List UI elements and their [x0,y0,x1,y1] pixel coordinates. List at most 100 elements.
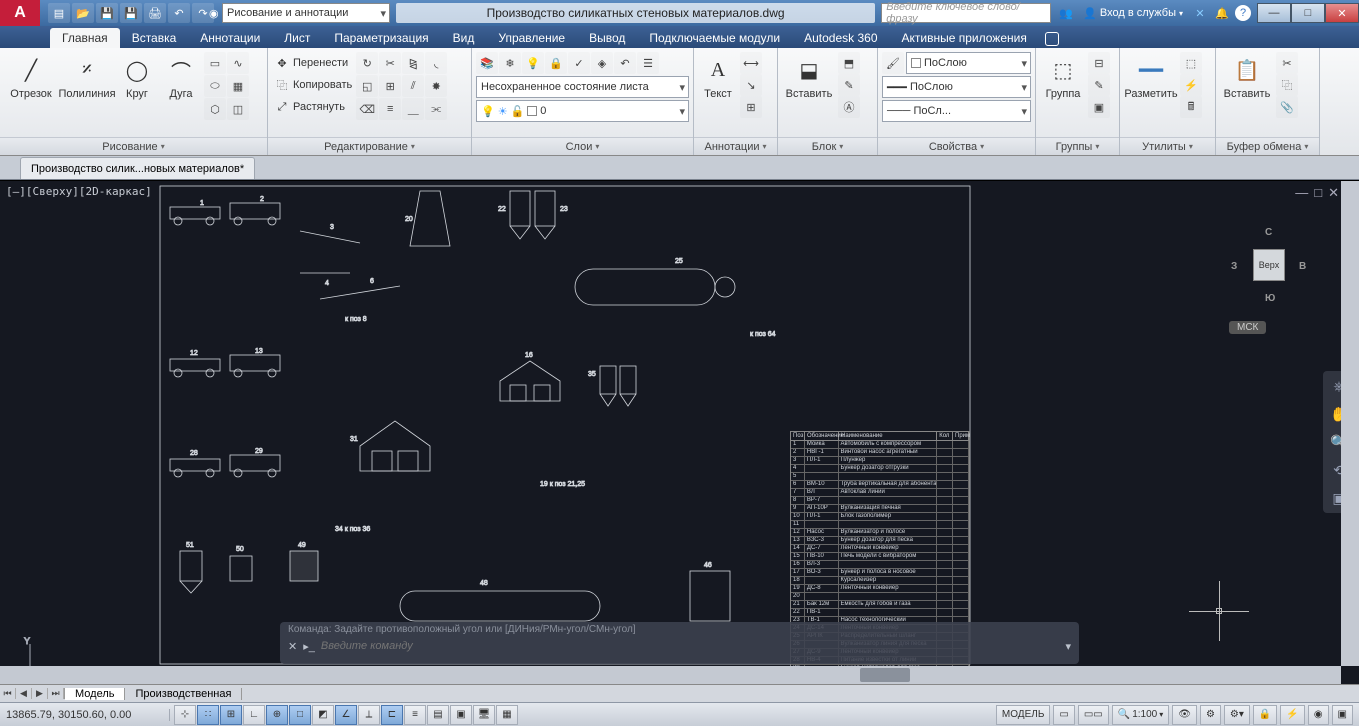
close-button[interactable]: ✕ [1325,3,1359,23]
maximize-button[interactable]: □ [1291,3,1325,23]
command-input[interactable] [321,640,1060,652]
vp-minimize-icon[interactable]: — [1295,185,1308,201]
annovisibility-icon[interactable]: 👁 [1172,705,1197,725]
tab-manage[interactable]: Управление [486,28,577,48]
tab-express[interactable]: Активные приложения [890,28,1039,48]
3dosnap-toggle[interactable]: ◩ [312,705,334,725]
break-icon[interactable]: ⸏ [402,98,424,120]
signin-button[interactable]: 👤Вход в службы▾ [1079,7,1187,20]
panel-groups-title[interactable]: Группы [1036,137,1119,155]
layout-next-icon[interactable]: ▶ [32,688,48,699]
command-recent-icon[interactable]: ▾ [1065,640,1071,653]
tab-autodesk360[interactable]: Autodesk 360 [792,28,889,48]
join-icon[interactable]: ⫘ [425,98,447,120]
ellipse-icon[interactable]: ⬭ [204,75,226,97]
edit-block-icon[interactable]: ✎ [838,74,860,96]
viewcube[interactable]: С З В Ю Верх МСК [1229,221,1309,331]
block-attr-icon[interactable]: Ⓐ [838,96,860,118]
tab-plugins[interactable]: Подключаемые модули [637,28,792,48]
panel-layers-title[interactable]: Слои [472,137,693,155]
vertical-scrollbar[interactable] [1341,181,1359,666]
app-logo-icon[interactable] [0,0,40,26]
tab-focus-icon[interactable] [1045,32,1059,46]
lwt-toggle[interactable]: ≡ [404,705,426,725]
otrack-toggle[interactable]: ∠ [335,705,357,725]
layer-off-icon[interactable]: 💡 [522,52,544,74]
layout-first-icon[interactable]: ⏮ [0,688,16,699]
tab-view[interactable]: Вид [441,28,487,48]
command-close-icon[interactable]: ✕ [288,640,297,653]
fillet-icon[interactable]: ◟ [425,52,447,74]
horizontal-scrollbar[interactable] [0,666,1341,684]
new-icon[interactable]: ▤ [48,3,70,23]
toolbar-lock-icon[interactable]: 🔒 [1253,705,1277,725]
cut-icon[interactable]: ✂ [1276,52,1298,74]
workspace-combo[interactable]: Рисование и аннотации [222,3,390,23]
layout-prev-icon[interactable]: ◀ [16,688,32,699]
panel-props-title[interactable]: Свойства [878,137,1035,155]
command-line[interactable]: Команда: Задайте противоположный угол ил… [280,622,1079,664]
dyn-toggle[interactable]: ⊏ [381,705,403,725]
infer-constraints-toggle[interactable]: ⊹ [174,705,196,725]
rectangle-icon[interactable]: ▭ [204,52,226,74]
line-button[interactable]: ╱Отрезок [4,52,58,102]
dim-linear-icon[interactable]: ⟷ [740,52,762,74]
save-icon[interactable]: 💾 [96,3,118,23]
scale-icon[interactable]: ◱ [356,75,378,97]
plot-icon[interactable]: 🖨 [144,3,166,23]
insert-block-button[interactable]: ⬓Вставить [782,52,836,102]
match-props-icon[interactable]: 🖌 [882,52,904,74]
select-all-icon[interactable]: ⬚ [1180,52,1202,74]
ungroup-icon[interactable]: ⊟ [1088,52,1110,74]
arc-button[interactable]: ⌒Дуга [160,52,202,102]
text-button[interactable]: AТекст [698,52,738,102]
color-combo[interactable]: ПоСлою [906,52,1031,74]
stretch-button[interactable]: ⤢Растянуть [272,96,354,118]
offset-icon[interactable]: ⫽ [402,75,424,97]
modelspace-button[interactable]: МОДЕЛЬ [996,705,1050,725]
tab-output[interactable]: Вывод [577,28,637,48]
workspace-switch-icon[interactable]: ⚙▾ [1224,705,1250,725]
mirror-icon[interactable]: ⧎ [402,52,424,74]
vp-close-icon[interactable]: ✕ [1328,185,1339,201]
quickview-layouts-icon[interactable]: ▭ [1053,705,1074,725]
drawing-canvas[interactable]: [–][Сверху][2D-каркас] — □ ✕ 12 20 [0,180,1359,684]
polar-toggle[interactable]: ⊕ [266,705,288,725]
panel-draw-title[interactable]: Рисование [0,137,267,155]
saveas-icon[interactable]: 💾 [120,3,142,23]
sc-toggle[interactable]: 🖥 [473,705,495,725]
leader-icon[interactable]: ↘ [740,74,762,96]
tab-parametric[interactable]: Параметризация [322,28,440,48]
search-input[interactable]: Введите ключевое слово/фразу [881,3,1051,23]
explode-icon[interactable]: ✸ [425,75,447,97]
layer-lock-icon[interactable]: 🔒 [545,52,567,74]
layout-last-icon[interactable]: ⏭ [48,688,64,699]
undo-icon[interactable]: ↶ [168,3,190,23]
snap-toggle[interactable]: ∷ [197,705,219,725]
layer-match-icon[interactable]: ✓ [568,52,590,74]
annoscale-button[interactable]: 🔍1:100▾ [1112,705,1170,725]
vp-maximize-icon[interactable]: □ [1314,185,1322,201]
panel-modify-title[interactable]: Редактирование [268,137,471,155]
copy-clip-icon[interactable]: ⿻ [1276,74,1298,96]
layer-props-icon[interactable]: 📚 [476,52,498,74]
layer-state-combo[interactable]: Несохраненное состояние листа [476,76,689,98]
clean-screen-icon[interactable]: ▣ [1332,705,1353,725]
open-icon[interactable]: 📂 [72,3,94,23]
layer-freeze-icon[interactable]: ❄ [499,52,521,74]
tab-annotate[interactable]: Аннотации [188,28,272,48]
panel-annot-title[interactable]: Аннотации [694,137,777,155]
quick-select-icon[interactable]: ⚡ [1180,74,1202,96]
file-tab-active[interactable]: Производство силик...новых материалов* [20,157,255,179]
align-icon[interactable]: ≡ [379,98,401,120]
paste-button[interactable]: 📋Вставить [1220,52,1274,102]
layer-iso-icon[interactable]: ◈ [591,52,613,74]
layer-state-icon[interactable]: ☰ [637,52,659,74]
move-button[interactable]: ✥Перенести [272,52,354,74]
panel-block-title[interactable]: Блок [778,137,877,155]
hardware-accel-icon[interactable]: ⚡ [1280,705,1304,725]
array-icon[interactable]: ⊞ [379,75,401,97]
current-layer-combo[interactable]: 💡☀🔓0 [476,100,689,122]
polyline-button[interactable]: 𝄎Полилиния [60,52,114,102]
create-block-icon[interactable]: ⬒ [838,52,860,74]
